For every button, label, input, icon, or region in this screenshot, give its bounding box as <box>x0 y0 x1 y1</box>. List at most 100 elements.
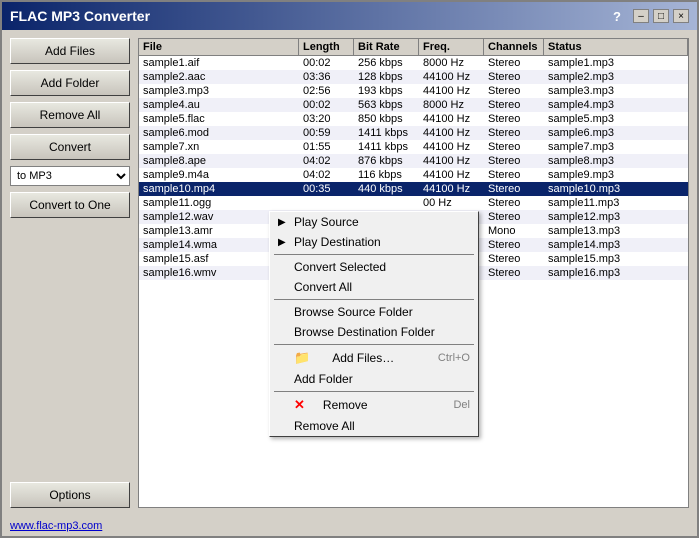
sidebar: Add Files Add Folder Remove All Convert … <box>10 38 130 508</box>
table-row[interactable]: sample3.mp3 02:56 193 kbps 44100 Hz Ster… <box>139 84 688 98</box>
cell-status: sample2.mp3 <box>544 70 688 84</box>
close-button[interactable]: × <box>673 9 689 23</box>
cell-bitrate: 256 kbps <box>354 56 419 70</box>
col-file[interactable]: File <box>139 39 299 55</box>
cell-status: sample4.mp3 <box>544 98 688 112</box>
cell-status: sample16.mp3 <box>544 266 688 280</box>
cell-freq: 44100 Hz <box>419 154 484 168</box>
footer: www.flac-mp3.com <box>2 516 697 536</box>
cell-length: 04:02 <box>299 154 354 168</box>
cell-length <box>299 202 354 204</box>
table-row[interactable]: sample1.aif 00:02 256 kbps 8000 Hz Stere… <box>139 56 688 70</box>
help-button[interactable]: ? <box>613 9 621 24</box>
cm-browse-source[interactable]: Browse Source Folder <box>270 302 478 322</box>
cm-browse-destination[interactable]: Browse Destination Folder <box>270 322 478 342</box>
cm-remove[interactable]: ✕ Remove Del <box>270 394 478 416</box>
table-row[interactable]: sample5.flac 03:20 850 kbps 44100 Hz Ste… <box>139 112 688 126</box>
cm-play-source[interactable]: ▶ Play Source <box>270 212 478 232</box>
cell-bitrate: 440 kbps <box>354 182 419 196</box>
main-window: FLAC MP3 Converter ? – □ × Add Files Add… <box>0 0 699 538</box>
table-row[interactable]: sample10.mp4 00:35 440 kbps 44100 Hz Ste… <box>139 182 688 196</box>
cell-status: sample3.mp3 <box>544 84 688 98</box>
cm-add-folder[interactable]: Add Folder <box>270 369 478 389</box>
cell-bitrate: 850 kbps <box>354 112 419 126</box>
cm-add-files-shortcut: Ctrl+O <box>438 352 470 364</box>
cell-length: 00:02 <box>299 56 354 70</box>
cm-play-source-label: Play Source <box>294 215 359 229</box>
cm-separator-1 <box>274 254 474 255</box>
cell-freq: 44100 Hz <box>419 70 484 84</box>
add-files-button[interactable]: Add Files <box>10 38 130 64</box>
format-select[interactable]: to MP3 to FLAC to WAV to AAC <box>10 166 130 186</box>
cell-status: sample9.mp3 <box>544 168 688 182</box>
content-area: Add Files Add Folder Remove All Convert … <box>2 30 697 516</box>
cell-freq: 44100 Hz <box>419 182 484 196</box>
cell-channels: Stereo <box>484 210 544 224</box>
footer-link[interactable]: www.flac-mp3.com <box>10 520 102 532</box>
cell-channels: Stereo <box>484 140 544 154</box>
play-destination-arrow-icon: ▶ <box>278 237 286 248</box>
table-row[interactable]: sample4.au 00:02 563 kbps 8000 Hz Stereo… <box>139 98 688 112</box>
table-row[interactable]: sample11.ogg 00 Hz Stereo sample11.mp3 <box>139 196 688 210</box>
options-button[interactable]: Options <box>10 482 130 508</box>
cm-play-destination[interactable]: ▶ Play Destination <box>270 232 478 252</box>
cell-channels: Stereo <box>484 182 544 196</box>
cm-remove-all-label: Remove All <box>294 419 355 433</box>
cell-channels: Stereo <box>484 84 544 98</box>
cm-remove-shortcut: Del <box>453 399 470 411</box>
convert-button[interactable]: Convert <box>10 134 130 160</box>
cell-status: sample7.mp3 <box>544 140 688 154</box>
col-freq[interactable]: Freq. <box>419 39 484 55</box>
table-row[interactable]: sample6.mod 00:59 1411 kbps 44100 Hz Ste… <box>139 126 688 140</box>
table-row[interactable]: sample2.aac 03:36 128 kbps 44100 Hz Ster… <box>139 70 688 84</box>
cell-length: 04:02 <box>299 168 354 182</box>
convert-to-one-button[interactable]: Convert to One <box>10 192 130 218</box>
cell-file: sample8.ape <box>139 154 299 168</box>
cell-freq: 44100 Hz <box>419 168 484 182</box>
cell-channels: Stereo <box>484 70 544 84</box>
col-status[interactable]: Status <box>544 39 688 55</box>
cell-bitrate: 116 kbps <box>354 168 419 182</box>
table-row[interactable]: sample7.xn 01:55 1411 kbps 44100 Hz Ster… <box>139 140 688 154</box>
cell-freq: 44100 Hz <box>419 126 484 140</box>
cell-bitrate: 563 kbps <box>354 98 419 112</box>
cell-channels: Stereo <box>484 252 544 266</box>
cell-status: sample10.mp3 <box>544 182 688 196</box>
cm-convert-all[interactable]: Convert All <box>270 277 478 297</box>
cell-file: sample2.aac <box>139 70 299 84</box>
file-table: File Length Bit Rate Freq. Channels Stat… <box>138 38 689 508</box>
cm-add-files[interactable]: 📁 Add Files… Ctrl+O <box>270 347 478 369</box>
cell-length: 01:55 <box>299 140 354 154</box>
cm-separator-3 <box>274 344 474 345</box>
col-channels[interactable]: Channels <box>484 39 544 55</box>
cell-file: sample1.aif <box>139 56 299 70</box>
cell-file: sample11.ogg <box>139 196 299 210</box>
cm-separator-2 <box>274 299 474 300</box>
window-title: FLAC MP3 Converter <box>10 8 150 24</box>
cell-freq: 44100 Hz <box>419 84 484 98</box>
cell-length: 00:35 <box>299 182 354 196</box>
table-header: File Length Bit Rate Freq. Channels Stat… <box>139 39 688 56</box>
col-length[interactable]: Length <box>299 39 354 55</box>
context-menu: ▶ Play Source ▶ Play Destination Convert… <box>269 211 479 437</box>
cell-file: sample9.m4a <box>139 168 299 182</box>
title-bar-buttons: ? – □ × <box>613 9 689 24</box>
table-row[interactable]: sample9.m4a 04:02 116 kbps 44100 Hz Ster… <box>139 168 688 182</box>
cell-status: sample1.mp3 <box>544 56 688 70</box>
table-row[interactable]: sample8.ape 04:02 876 kbps 44100 Hz Ster… <box>139 154 688 168</box>
cell-length: 00:59 <box>299 126 354 140</box>
minimize-button[interactable]: – <box>633 9 649 23</box>
cm-browse-destination-label: Browse Destination Folder <box>294 325 435 339</box>
cell-length: 00:02 <box>299 98 354 112</box>
cm-remove-all[interactable]: Remove All <box>270 416 478 436</box>
add-folder-button[interactable]: Add Folder <box>10 70 130 96</box>
cm-convert-selected[interactable]: Convert Selected <box>270 257 478 277</box>
cell-channels: Stereo <box>484 56 544 70</box>
cell-length: 03:20 <box>299 112 354 126</box>
cell-bitrate: 1411 kbps <box>354 140 419 154</box>
remove-all-button[interactable]: Remove All <box>10 102 130 128</box>
cell-status: sample5.mp3 <box>544 112 688 126</box>
col-bitrate[interactable]: Bit Rate <box>354 39 419 55</box>
cell-file: sample10.mp4 <box>139 182 299 196</box>
maximize-button[interactable]: □ <box>653 9 669 23</box>
